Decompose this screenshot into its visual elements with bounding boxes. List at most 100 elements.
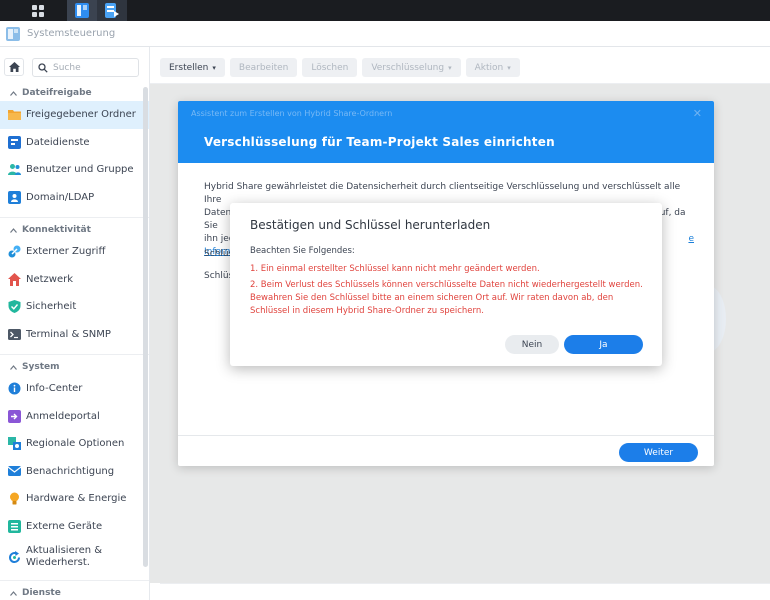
create-button[interactable]: Erstellen ▾ xyxy=(160,58,225,77)
update-icon xyxy=(9,550,21,563)
sidebar-item-users-groups[interactable]: Benutzer und Gruppe xyxy=(0,156,149,184)
wizard-title: Verschlüsselung für Team-Projekt Sales e… xyxy=(204,135,555,149)
search-icon xyxy=(38,62,48,73)
sidebar-item-label: Externer Zugriff xyxy=(26,246,106,258)
sidebar-item-login-portal[interactable]: Anmeldeportal xyxy=(0,403,149,431)
sidebar-item-label: Info-Center xyxy=(26,383,83,395)
sidebar-item-file-services[interactable]: Dateidienste xyxy=(0,129,149,157)
network-icon xyxy=(8,272,21,286)
sidebar-item-security[interactable]: Sicherheit xyxy=(0,293,149,321)
window-title: Systemsteuerung xyxy=(27,28,116,39)
sidebar-item-shared-folder[interactable]: Freigegebener Ordner xyxy=(0,101,149,129)
section-header-system[interactable]: System xyxy=(0,359,149,375)
wizard-icon xyxy=(105,3,119,18)
content-bottom-divider xyxy=(160,583,770,584)
file-services-icon xyxy=(8,135,21,149)
grid-icon xyxy=(31,4,44,17)
sidebar-item-label-line1: Aktualisieren & xyxy=(26,545,103,556)
control-panel-icon xyxy=(6,26,20,41)
delete-label: Löschen xyxy=(311,62,349,73)
home-button[interactable] xyxy=(4,58,24,76)
divider xyxy=(0,217,149,218)
section-header-services[interactable]: Dienste xyxy=(0,585,149,600)
sidebar-item-regional-options[interactable]: Regionale Optionen xyxy=(0,430,149,458)
sidebar-item-external-access[interactable]: Externer Zugriff xyxy=(0,238,149,266)
sidebar-item-label: Benutzer und Gruppe xyxy=(26,164,134,176)
divider xyxy=(0,580,149,581)
wizard-footer-divider xyxy=(178,435,714,436)
info-icon xyxy=(8,382,21,395)
folder-icon xyxy=(8,110,21,121)
section-header-connectivity[interactable]: Konnektivität xyxy=(0,222,149,238)
shield-icon xyxy=(8,300,21,314)
sidebar-item-update-restore[interactable]: Aktualisieren & Wiederherst. xyxy=(0,540,149,574)
key-field-label: Schlüs xyxy=(204,249,234,259)
sidebar-item-domain-ldap[interactable]: Domain/LDAP xyxy=(0,184,149,212)
edit-label: Bearbeiten xyxy=(238,62,289,73)
domain-icon xyxy=(8,190,21,204)
sidebar-item-label: Aktualisieren & Wiederherst. xyxy=(26,545,102,569)
wizard-subtitle: Assistent zum Erstellen von Hybrid Share… xyxy=(191,109,393,118)
lightbulb-icon xyxy=(10,492,19,505)
edit-button[interactable]: Bearbeiten xyxy=(229,58,298,77)
main-menu-button[interactable] xyxy=(25,0,50,21)
external-devices-icon xyxy=(8,519,21,533)
action-label: Aktion xyxy=(474,62,504,73)
encryption-button[interactable]: Verschlüsselung ▾ xyxy=(362,58,461,77)
dialog-intro: Beachten Sie Folgendes: xyxy=(250,246,355,256)
section-header-file-sharing[interactable]: Dateifreigabe xyxy=(0,85,149,101)
regional-options-icon xyxy=(8,437,21,451)
sidebar-item-external-devices[interactable]: Externe Geräte xyxy=(0,513,149,541)
close-icon[interactable]: ✕ xyxy=(693,107,702,120)
sidebar-item-hardware-power[interactable]: Hardware & Energie xyxy=(0,485,149,513)
yes-button[interactable]: Ja xyxy=(564,335,643,354)
external-access-icon xyxy=(8,245,21,258)
dialog-title: Bestätigen und Schlüssel herunterladen xyxy=(250,218,491,232)
login-portal-icon xyxy=(8,409,21,423)
section-label: System xyxy=(22,362,60,372)
sidebar-item-label: Regionale Optionen xyxy=(26,438,125,450)
sidebar-item-label: Hardware & Energie xyxy=(26,493,127,505)
description-link-end[interactable]: e xyxy=(688,233,694,246)
warning-point-1: 1. Ein einmal erstellter Schlüssel kann … xyxy=(250,264,540,274)
create-label: Erstellen xyxy=(169,62,209,73)
home-icon xyxy=(8,62,20,72)
taskbar xyxy=(0,0,770,21)
sidebar-item-label: Freigegebener Ordner xyxy=(26,109,136,121)
control-panel-icon xyxy=(75,3,89,18)
section-label: Dienste xyxy=(22,588,61,598)
users-icon xyxy=(8,164,21,176)
sidebar-item-label: Terminal & SNMP xyxy=(26,328,111,340)
taskbar-wizard-button[interactable] xyxy=(97,0,127,21)
sidebar-item-notification[interactable]: Benachrichtigung xyxy=(0,458,149,486)
chevron-up-icon xyxy=(10,364,17,370)
sidebar-item-label: Benachrichtigung xyxy=(26,465,115,477)
action-button[interactable]: Aktion ▾ xyxy=(465,58,520,77)
no-button[interactable]: Nein xyxy=(505,335,559,354)
chevron-up-icon xyxy=(10,227,17,233)
wizard-header: Assistent zum Erstellen von Hybrid Share… xyxy=(178,101,714,163)
chevron-up-icon xyxy=(10,590,17,596)
sidebar-item-network[interactable]: Netzwerk xyxy=(0,266,149,294)
search-field[interactable] xyxy=(32,58,139,77)
search-input[interactable] xyxy=(53,62,133,73)
confirm-download-key-dialog: Bestätigen und Schlüssel herunterladen B… xyxy=(230,203,662,366)
caret-down-icon: ▾ xyxy=(448,63,452,72)
sidebar-item-info-center[interactable]: Info-Center xyxy=(0,375,149,403)
caret-down-icon: ▾ xyxy=(212,63,216,72)
notification-icon xyxy=(8,465,21,476)
sidebar-item-label: Externe Geräte xyxy=(26,520,103,532)
key-confirm-field-label: Schlüs xyxy=(204,271,234,281)
divider xyxy=(0,354,149,355)
delete-button[interactable]: Löschen xyxy=(302,58,358,77)
warning-point-2: 2. Beim Verlust des Schlüssels können ve… xyxy=(250,280,643,316)
encryption-label: Verschlüsselung xyxy=(371,62,445,73)
sidebar-scrollbar[interactable] xyxy=(143,87,148,567)
taskbar-control-panel-button[interactable] xyxy=(67,0,97,21)
next-button[interactable]: Weiter xyxy=(619,443,698,462)
sidebar-item-terminal-snmp[interactable]: Terminal & SNMP xyxy=(0,321,149,349)
sidebar-item-label: Domain/LDAP xyxy=(26,191,95,203)
sidebar-item-label: Anmeldeportal xyxy=(26,410,100,422)
terminal-icon xyxy=(8,328,21,340)
sidebar-item-label: Netzwerk xyxy=(26,273,74,285)
